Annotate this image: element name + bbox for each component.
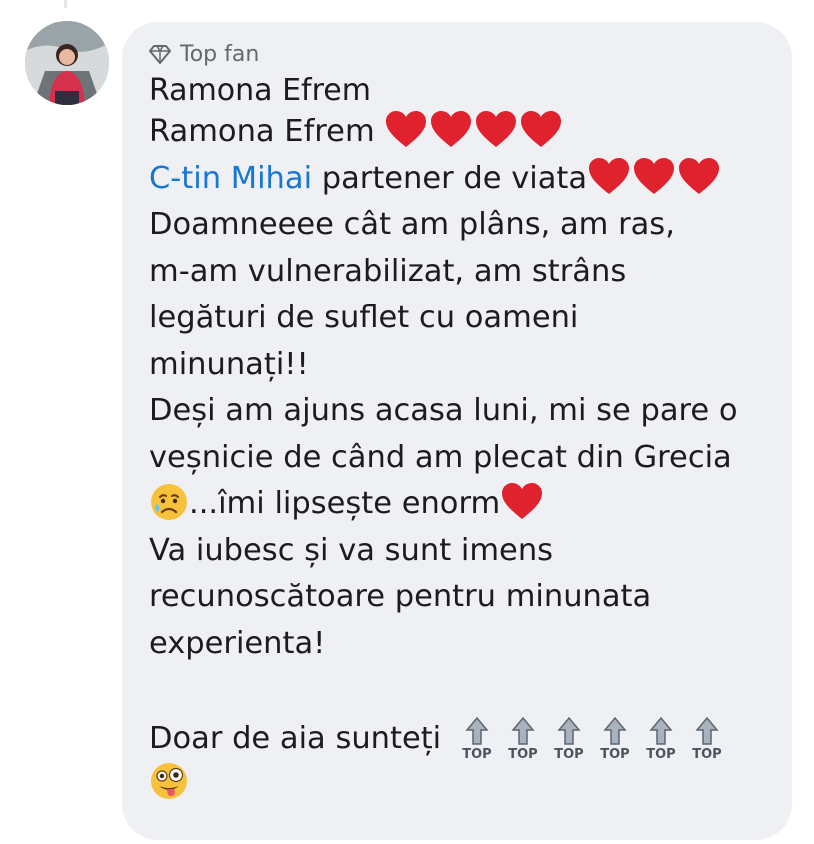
comment-line: experienta! xyxy=(149,625,326,661)
avatar[interactable] xyxy=(25,21,109,105)
mention-link[interactable]: C-tin Mihai xyxy=(149,161,312,196)
thread-line xyxy=(64,0,67,8)
diamond-icon xyxy=(149,45,171,64)
sad-face-emoji xyxy=(149,482,189,522)
heart-emoji xyxy=(632,156,676,196)
comment-text: partener de viata xyxy=(312,160,588,196)
comment-line: m-am vulnerabilizat, am strâns xyxy=(149,253,627,289)
top-arrow-icon: TOP xyxy=(595,714,635,762)
comment-line: Ramona Efrem xyxy=(149,109,768,156)
top-arrow-icon: TOP xyxy=(641,714,681,762)
top-arrow-icon: TOP xyxy=(549,714,589,762)
comment-line: veșnicie de când am plecat din Grecia xyxy=(149,439,732,475)
avatar-photo xyxy=(25,21,109,105)
comment-line: ...îmi lipsește enorm xyxy=(149,481,768,528)
top-label: TOP xyxy=(692,747,721,762)
top-label: TOP xyxy=(462,747,491,762)
badge-label: Top fan xyxy=(180,41,260,67)
heart-emoji xyxy=(474,109,518,149)
tagged-name[interactable]: Ramona Efrem xyxy=(149,114,384,149)
comment-text: ...îmi lipsește enorm xyxy=(189,486,501,521)
top-label: TOP xyxy=(600,747,629,762)
top-label: TOP xyxy=(554,747,583,762)
comment-bubble: Top fan Ramona Efrem Ramona Efrem C-tin … xyxy=(122,22,792,840)
heart-emoji xyxy=(429,109,473,149)
heart-emoji xyxy=(677,156,721,196)
heart-emoji xyxy=(384,109,428,149)
top-label: TOP xyxy=(646,747,675,762)
top-label: TOP xyxy=(508,747,537,762)
comment-line: Doamneeee cât am plâns, am ras, xyxy=(149,207,675,242)
top-fan-badge[interactable]: Top fan xyxy=(149,40,768,68)
zany-face-emoji xyxy=(149,761,189,801)
comment-line: Deși am ajuns acasa luni, mi se pare o xyxy=(149,393,738,428)
comment-body: Ramona Efrem C-tin Mihai partener de via… xyxy=(149,109,768,807)
top-arrow-icon: TOP xyxy=(503,714,543,762)
comment-line: C-tin Mihai partener de viata xyxy=(149,156,768,203)
comment-author[interactable]: Ramona Efrem xyxy=(149,72,768,109)
comment-line: minunați!! xyxy=(149,346,309,382)
comment-line: Doar de aia sunteți TOP TOP TOP TOP TOP TOP xyxy=(149,714,768,762)
comment-line: recunoscătoare pentru minunata xyxy=(149,579,652,614)
comment-line: Va iubesc și va sunt imens xyxy=(149,532,554,568)
comment-line: legături de suflet cu oameni xyxy=(149,300,579,335)
heart-emoji xyxy=(587,156,631,196)
top-arrow-icon: TOP xyxy=(687,714,727,762)
comment-line xyxy=(149,760,768,807)
top-arrow-icon: TOP xyxy=(457,714,497,762)
heart-emoji xyxy=(500,481,544,521)
heart-emoji xyxy=(519,109,563,149)
comment-text: Doar de aia sunteți xyxy=(149,720,451,756)
